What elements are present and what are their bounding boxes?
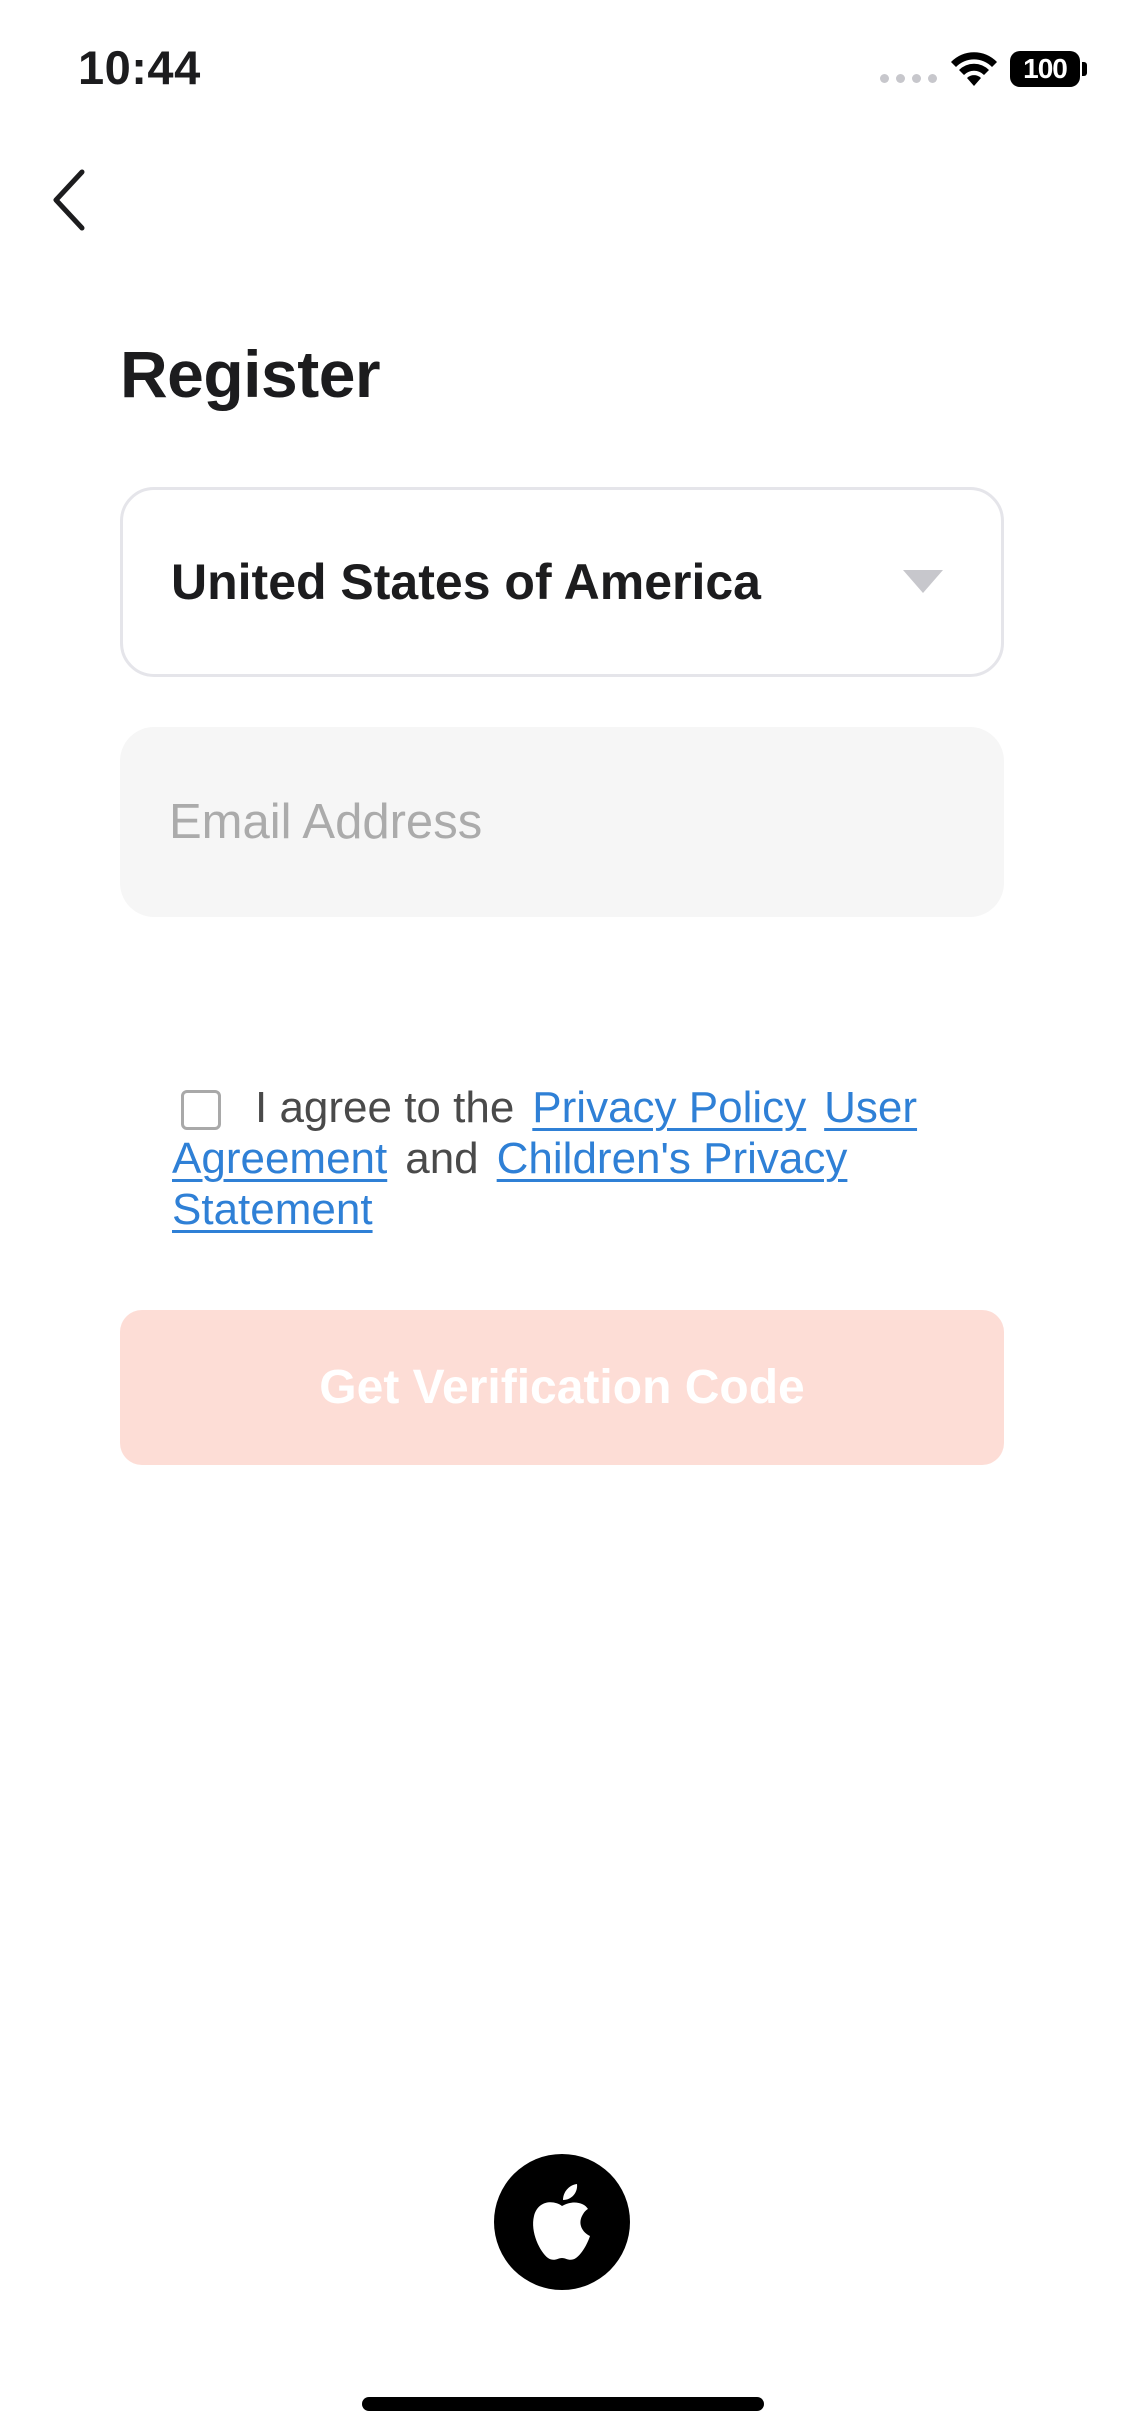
apple-sign-in-button[interactable] xyxy=(494,2154,630,2290)
home-indicator xyxy=(362,2397,764,2411)
back-button[interactable] xyxy=(30,160,110,240)
agreement-text: I agree to the Privacy Policy User Agreeme… xyxy=(172,1082,972,1235)
agree-checkbox[interactable] xyxy=(181,1090,221,1130)
page-title: Register xyxy=(120,337,381,411)
country-select[interactable]: United States of America xyxy=(120,487,1004,677)
battery-icon: 100 xyxy=(1010,51,1080,87)
battery-tip xyxy=(1082,62,1087,76)
email-field[interactable] xyxy=(120,727,1004,917)
apple-logo-icon xyxy=(533,2184,590,2260)
status-time: 10:44 xyxy=(78,41,201,94)
agreement-prefix: I agree to the xyxy=(255,1083,515,1132)
wifi-icon xyxy=(951,52,997,86)
cellular-signal-icon xyxy=(880,74,937,83)
privacy-policy-link[interactable]: Privacy Policy xyxy=(532,1083,806,1132)
agreement-conjunction: and xyxy=(405,1134,479,1183)
caret-down-icon xyxy=(903,570,943,593)
status-bar: 10:44 100 xyxy=(0,0,1125,140)
get-verification-code-button[interactable]: Get Verification Code xyxy=(120,1310,1004,1465)
chevron-left-icon xyxy=(53,169,85,231)
country-value: United States of America xyxy=(171,554,761,610)
